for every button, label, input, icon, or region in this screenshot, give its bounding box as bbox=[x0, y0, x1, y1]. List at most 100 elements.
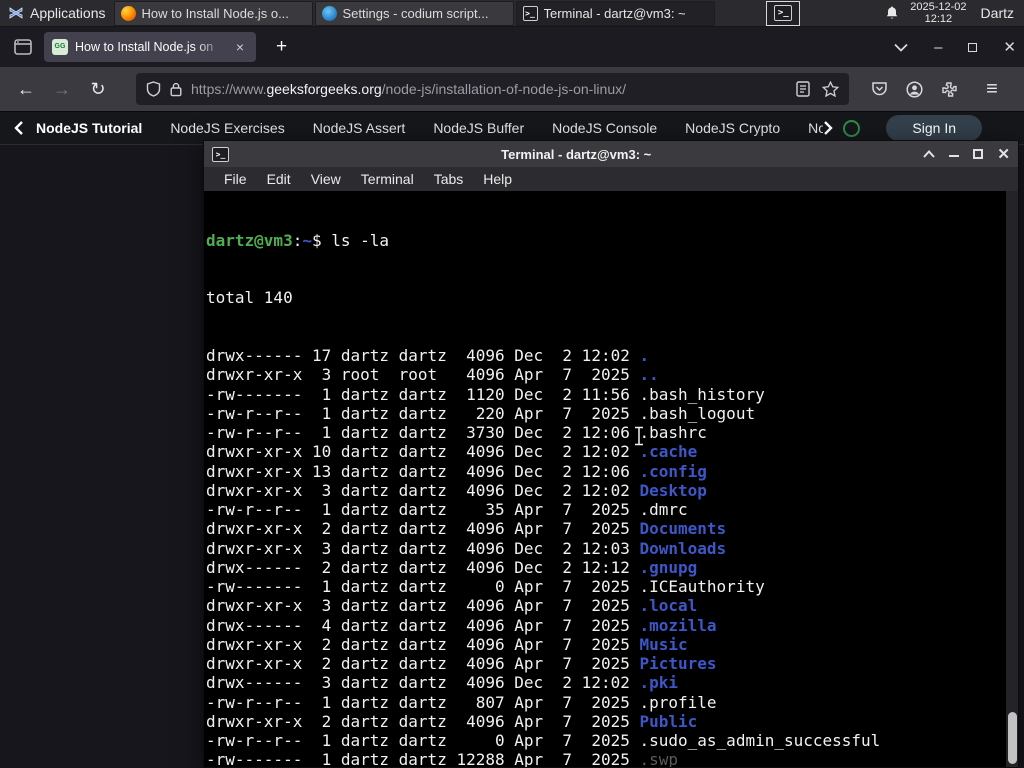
menu-file[interactable]: File bbox=[214, 171, 257, 187]
terminal-listing-line: -rw------- 1 dartz dartz 1120 Dec 2 11:5… bbox=[206, 384, 765, 404]
terminal-listing-line: drwx------ 3 dartz dartz 4096 Dec 2 12:0… bbox=[206, 673, 679, 693]
terminal-listing-line: drwxr-xr-x 3 dartz dartz 4096 Apr 7 2025… bbox=[206, 596, 698, 616]
url-bar[interactable]: https://www.geeksforgeeks.org/node-js/in… bbox=[136, 73, 849, 105]
file-name: .ICEauthority bbox=[639, 577, 765, 596]
directory-name: .local bbox=[639, 596, 698, 616]
terminal-title-bar[interactable]: >_ Terminal - dartz@vm3: ~ ✕ bbox=[204, 141, 1018, 167]
hamburger-menu-icon[interactable]: ≡ bbox=[976, 74, 1008, 104]
directory-name: . bbox=[639, 346, 650, 365]
nav-item-nodejs-buffer[interactable]: NodeJS Buffer bbox=[433, 120, 524, 136]
terminal-close-button[interactable]: ✕ bbox=[997, 145, 1010, 163]
extensions-puzzle-icon[interactable] bbox=[941, 81, 958, 98]
terminal-scrollbar[interactable] bbox=[1006, 191, 1018, 767]
search-icon[interactable] bbox=[843, 119, 861, 137]
url-text[interactable]: https://www.geeksforgeeks.org/node-js/in… bbox=[191, 81, 787, 97]
codium-icon bbox=[321, 5, 337, 21]
mouse-ibeam-cursor bbox=[633, 426, 645, 446]
nav-scroll-left-icon[interactable] bbox=[14, 121, 24, 135]
browser-toolbar: ← → ↻ https://www.geeksforgeeks.org/node… bbox=[0, 67, 1024, 112]
terminal-listing-line: -rw-r--r-- 1 dartz dartz 35 Apr 7 2025 .… bbox=[206, 500, 688, 519]
tab-title: How to Install Node.js on bbox=[75, 40, 214, 54]
firefox-view-button[interactable] bbox=[8, 33, 38, 61]
new-tab-button[interactable]: + bbox=[268, 36, 295, 58]
terminal-listing-line: drwxr-xr-x 10 dartz dartz 4096 Dec 2 12:… bbox=[206, 442, 698, 462]
terminal-shade-button[interactable] bbox=[923, 150, 936, 158]
file-name: .swp bbox=[639, 750, 679, 767]
file-name: .sudo_as_admin_successful bbox=[639, 731, 881, 750]
reader-mode-icon[interactable] bbox=[796, 81, 810, 97]
bookmark-star-icon[interactable] bbox=[822, 81, 839, 97]
notification-bell-icon[interactable] bbox=[884, 5, 900, 21]
terminal-maximize-button[interactable] bbox=[973, 149, 984, 159]
menu-help[interactable]: Help bbox=[473, 171, 522, 187]
terminal-minimize-button[interactable] bbox=[949, 154, 960, 158]
nav-item-nodejs-exercises[interactable]: NodeJS Exercises bbox=[170, 120, 284, 136]
directory-name: .cache bbox=[639, 442, 698, 462]
terminal-listing-line: drwxr-xr-x 3 root root 4096 Apr 7 2025 .… bbox=[206, 365, 659, 385]
tracking-shield-icon[interactable] bbox=[146, 81, 161, 97]
directory-name: .config bbox=[639, 461, 707, 481]
task-title: How to Install Node.js o... bbox=[141, 5, 289, 21]
file-name: .profile bbox=[639, 692, 717, 712]
menu-edit[interactable]: Edit bbox=[257, 171, 301, 187]
nav-item-nodejs-dns[interactable]: NodeJS DNS bbox=[808, 120, 823, 136]
clock-time: 12:12 bbox=[924, 13, 953, 25]
terminal-window-icon: >_ bbox=[212, 146, 229, 162]
directory-name: Desktop bbox=[639, 480, 707, 500]
lock-icon[interactable] bbox=[170, 82, 182, 97]
task-title: Terminal - dartz@vm3: ~ bbox=[543, 5, 686, 21]
menu-tabs[interactable]: Tabs bbox=[424, 171, 474, 187]
taskbar-button-codium[interactable]: Settings - codium script... bbox=[314, 0, 514, 26]
nav-item-nodejs-assert[interactable]: NodeJS Assert bbox=[313, 120, 406, 136]
directory-name: Music bbox=[639, 634, 688, 654]
file-name: .bashrc bbox=[639, 423, 707, 442]
firefox-view-icon bbox=[14, 39, 32, 55]
nav-item-nodejs-crypto[interactable]: NodeJS Crypto bbox=[685, 120, 780, 136]
url-path: /node-js/installation-of-node-js-on-linu… bbox=[381, 81, 626, 97]
firefox-icon bbox=[120, 5, 136, 21]
browser-tab-active[interactable]: GG How to Install Node.js on × bbox=[44, 32, 256, 62]
terminal-scrollbar-thumb[interactable] bbox=[1007, 712, 1017, 764]
terminal-listing-line: drwxr-xr-x 2 dartz dartz 4096 Apr 7 2025… bbox=[206, 634, 688, 654]
forward-button[interactable]: → bbox=[46, 74, 78, 104]
browser-tab-strip: GG How to Install Node.js on × + – ✕ bbox=[0, 27, 1024, 67]
window-close-button[interactable]: ✕ bbox=[1003, 38, 1016, 56]
terminal-window: >_ Terminal - dartz@vm3: ~ ✕ File Edit V… bbox=[203, 140, 1019, 768]
applications-menu-button[interactable]: Applications bbox=[0, 0, 114, 27]
reload-button[interactable]: ↻ bbox=[82, 74, 114, 104]
directory-name: Pictures bbox=[639, 654, 717, 673]
directory-name: Public bbox=[639, 711, 698, 731]
terminal-listing-line: drwxr-xr-x 3 dartz dartz 4096 Dec 2 12:0… bbox=[206, 480, 707, 500]
directory-name: .mozilla bbox=[639, 615, 717, 635]
terminal-listing-line: drwxr-xr-x 3 dartz dartz 4096 Dec 2 12:0… bbox=[206, 538, 727, 558]
nav-item-nodejs-console[interactable]: NodeJS Console bbox=[552, 120, 657, 136]
window-maximize-button[interactable] bbox=[968, 42, 978, 52]
sign-in-button[interactable]: Sign In bbox=[886, 115, 982, 141]
account-icon[interactable] bbox=[906, 80, 923, 98]
back-button[interactable]: ← bbox=[10, 74, 42, 104]
window-minimize-button[interactable]: – bbox=[934, 39, 942, 56]
terminal-listing-line: drwx------ 17 dartz dartz 4096 Dec 2 12:… bbox=[206, 346, 650, 365]
menu-terminal[interactable]: Terminal bbox=[351, 171, 424, 187]
terminal-launcher[interactable]: >_ bbox=[766, 0, 801, 26]
session-user-label[interactable]: Dartz bbox=[981, 5, 1014, 21]
pocket-icon[interactable] bbox=[871, 81, 888, 97]
panel-clock[interactable]: 2025-12-02 12:12 bbox=[910, 1, 966, 25]
menu-view[interactable]: View bbox=[301, 171, 351, 187]
applications-label: Applications bbox=[30, 5, 106, 21]
list-all-tabs-chevron-icon[interactable] bbox=[894, 43, 908, 52]
prompt-command: $ ls -la bbox=[311, 230, 390, 250]
taskbar-button-firefox[interactable]: How to Install Node.js o... bbox=[113, 0, 313, 26]
terminal-menu-bar: File Edit View Terminal Tabs Help bbox=[204, 167, 1018, 191]
taskbar-button-terminal[interactable]: >_ Terminal - dartz@vm3: ~ bbox=[515, 0, 715, 26]
task-title: Settings - codium script... bbox=[342, 5, 489, 21]
tab-close-button[interactable]: × bbox=[232, 38, 248, 56]
terminal-output[interactable]: dartz@vm3:~$ ls -la total 140 drwx------… bbox=[204, 191, 1018, 767]
url-scheme: https://www. bbox=[191, 81, 267, 97]
directory-name: .. bbox=[639, 365, 659, 385]
nav-scroll-right-icon[interactable] bbox=[823, 121, 834, 135]
file-name: .bash_history bbox=[639, 384, 765, 404]
nav-item-nodejs-tutorial[interactable]: NodeJS Tutorial bbox=[36, 120, 142, 136]
applications-icon bbox=[9, 7, 23, 19]
file-name: .bash_logout bbox=[639, 403, 756, 423]
